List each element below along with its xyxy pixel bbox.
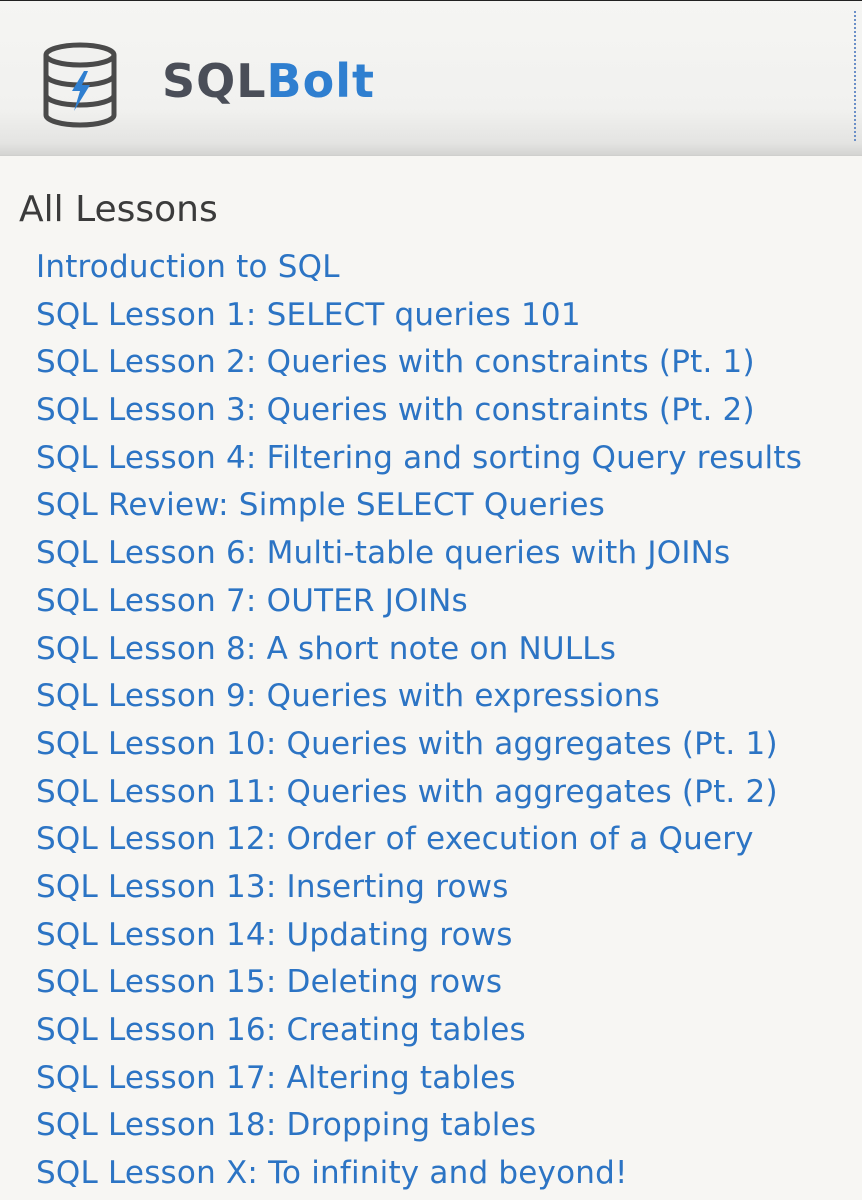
list-item: SQL Lesson 1: SELECT queries 101 <box>36 292 862 340</box>
lesson-link-17[interactable]: SQL Lesson 17: Altering tables <box>36 1060 516 1096</box>
brand-sql: SQL <box>162 54 267 108</box>
lesson-link-intro[interactable]: Introduction to SQL <box>36 249 340 285</box>
list-item: SQL Lesson 7: OUTER JOINs <box>36 578 862 626</box>
list-item: SQL Lesson 10: Queries with aggregates (… <box>36 721 862 769</box>
list-item: SQL Lesson 3: Queries with constraints (… <box>36 387 862 435</box>
header-divider <box>854 11 856 141</box>
lesson-link-4[interactable]: SQL Lesson 4: Filtering and sorting Quer… <box>36 440 802 476</box>
lesson-link-12[interactable]: SQL Lesson 12: Order of execution of a Q… <box>36 821 754 857</box>
lesson-link-10[interactable]: SQL Lesson 10: Queries with aggregates (… <box>36 726 778 762</box>
brand-bolt: Bolt <box>266 54 375 108</box>
list-item: SQL Lesson X: To infinity and beyond! <box>36 1150 862 1198</box>
lesson-link-x[interactable]: SQL Lesson X: To infinity and beyond! <box>36 1155 628 1191</box>
lesson-link-6[interactable]: SQL Lesson 6: Multi-table queries with J… <box>36 535 730 571</box>
list-item: SQL Lesson 9: Queries with expressions <box>36 673 862 721</box>
page: SQLBolt All Lessons Introduction to SQL … <box>0 0 862 1200</box>
lesson-link-8[interactable]: SQL Lesson 8: A short note on NULLs <box>36 631 616 667</box>
all-lessons-heading: All Lessons <box>19 189 218 230</box>
lessons-nav: All Lessons Introduction to SQL SQL Less… <box>0 156 862 1198</box>
list-item: SQL Lesson 15: Deleting rows <box>36 959 862 1007</box>
list-item: SQL Lesson 14: Updating rows <box>36 912 862 960</box>
lesson-link-9[interactable]: SQL Lesson 9: Queries with expressions <box>36 678 660 714</box>
list-item: SQL Lesson 11: Queries with aggregates (… <box>36 769 862 817</box>
list-item: SQL Lesson 16: Creating tables <box>36 1007 862 1055</box>
list-item: SQL Lesson 13: Inserting rows <box>36 864 862 912</box>
list-item: SQL Review: Simple SELECT Queries <box>36 482 862 530</box>
lesson-link-13[interactable]: SQL Lesson 13: Inserting rows <box>36 869 509 905</box>
list-item: SQL Lesson 17: Altering tables <box>36 1055 862 1103</box>
site-brand[interactable]: SQLBolt <box>162 51 375 111</box>
list-item: SQL Lesson 8: A short note on NULLs <box>36 626 862 674</box>
lesson-link-2[interactable]: SQL Lesson 2: Queries with constraints (… <box>36 344 755 380</box>
list-item: SQL Lesson 6: Multi-table queries with J… <box>36 530 862 578</box>
database-bolt-icon[interactable] <box>40 41 120 129</box>
lesson-list: Introduction to SQL SQL Lesson 1: SELECT… <box>19 244 862 1198</box>
lesson-link-16[interactable]: SQL Lesson 16: Creating tables <box>36 1012 526 1048</box>
lesson-link-3[interactable]: SQL Lesson 3: Queries with constraints (… <box>36 392 755 428</box>
lesson-link-review[interactable]: SQL Review: Simple SELECT Queries <box>36 487 605 523</box>
list-item: SQL Lesson 18: Dropping tables <box>36 1102 862 1150</box>
lesson-link-15[interactable]: SQL Lesson 15: Deleting rows <box>36 964 502 1000</box>
site-header: SQLBolt <box>0 1 862 156</box>
list-item: SQL Lesson 12: Order of execution of a Q… <box>36 816 862 864</box>
lesson-link-11[interactable]: SQL Lesson 11: Queries with aggregates (… <box>36 774 778 810</box>
lesson-link-7[interactable]: SQL Lesson 7: OUTER JOINs <box>36 583 468 619</box>
list-item: SQL Lesson 4: Filtering and sorting Quer… <box>36 435 862 483</box>
list-item: SQL Lesson 2: Queries with constraints (… <box>36 339 862 387</box>
lesson-link-18[interactable]: SQL Lesson 18: Dropping tables <box>36 1107 536 1143</box>
lesson-link-1[interactable]: SQL Lesson 1: SELECT queries 101 <box>36 297 581 333</box>
lesson-link-14[interactable]: SQL Lesson 14: Updating rows <box>36 917 513 953</box>
list-item: Introduction to SQL <box>36 244 862 292</box>
